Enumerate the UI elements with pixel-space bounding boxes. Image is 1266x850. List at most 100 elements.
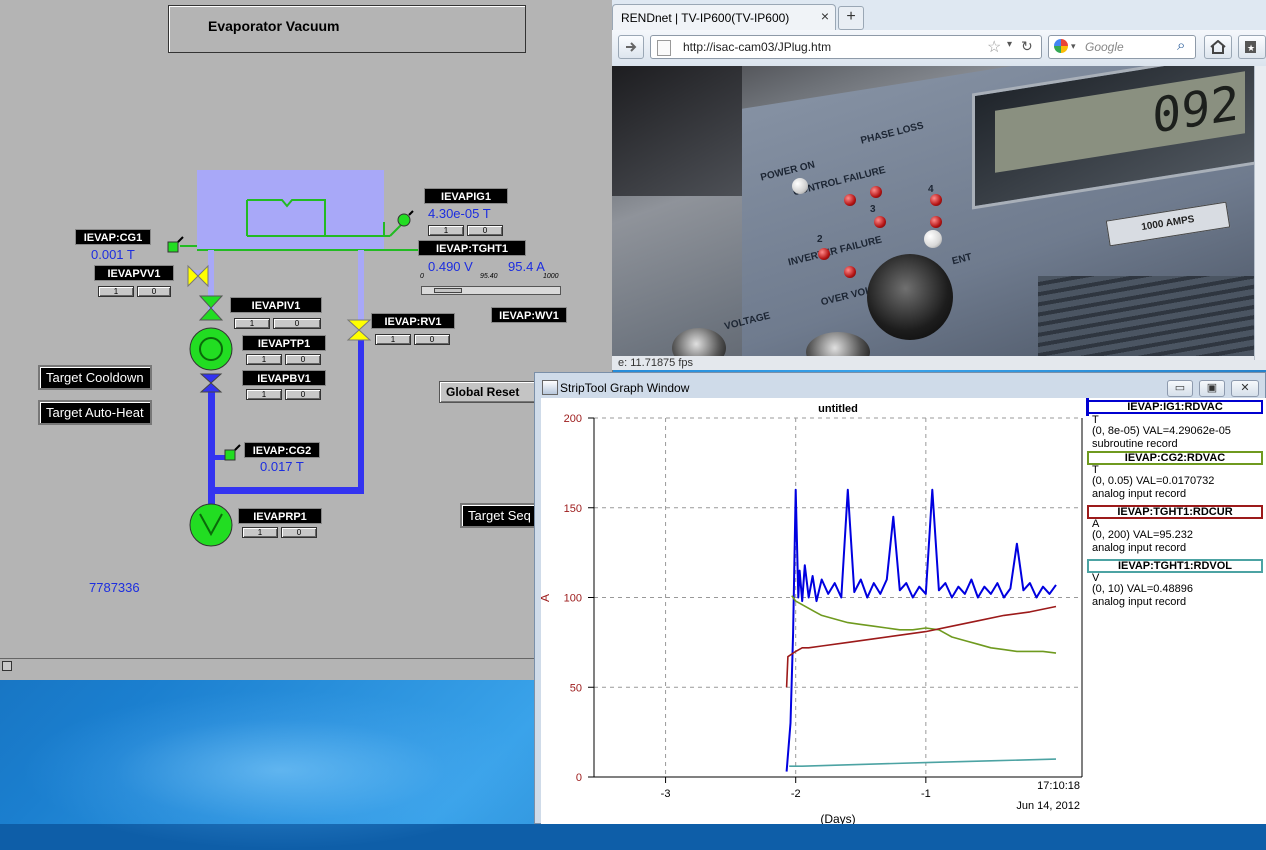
scroll-left-arrow[interactable]	[2, 661, 12, 671]
search-icon[interactable]: ⌕	[1177, 37, 1185, 54]
video-number-2: 2	[817, 234, 823, 245]
forward-arrow-icon[interactable]	[618, 35, 644, 59]
strip-chart[interactable]: untitled A (Days) 17:10:18 Jun 14, 2012 …	[541, 398, 1086, 824]
control-knob	[867, 254, 953, 340]
prp1-on-button[interactable]: 1	[242, 527, 278, 538]
pbv1-open-button[interactable]: 1	[246, 389, 282, 400]
legend-tght1-vol-range: (0, 10) VAL=0.48896	[1092, 583, 1194, 595]
label-piv1: IEVAPIV1	[230, 297, 322, 313]
epics-scrollbar[interactable]	[0, 658, 536, 673]
gauge-cg2	[224, 449, 236, 461]
roughing-pump-prp1	[189, 503, 233, 547]
roughing-pipe	[208, 388, 215, 514]
chart-end-date: Jun 14, 2012	[1016, 800, 1080, 812]
pig1-off-button[interactable]: 0	[467, 225, 503, 236]
label-rv1: IEVAP:RV1	[371, 313, 455, 329]
bookmark-star-icon[interactable]: ☆	[987, 37, 1001, 57]
label-wv1: IEVAP:WV1	[491, 307, 567, 323]
piv1-open-button[interactable]: 1	[234, 318, 270, 329]
epics-panel: Evaporator Vacuum IEVAP:CG1 0.001 T IEVA…	[0, 0, 613, 680]
url-dropdown-icon[interactable]: ▾	[1007, 39, 1012, 50]
pig1-on-button[interactable]: 1	[428, 225, 464, 236]
reload-icon[interactable]: ↻	[1021, 38, 1033, 55]
legend-ig1-record: subroutine record	[1092, 438, 1178, 450]
legend-cg2-record: analog input record	[1092, 488, 1187, 500]
x-tick-label: -2	[791, 788, 801, 800]
new-tab-button[interactable]: +	[838, 6, 864, 30]
browser-scrollbar[interactable]	[1254, 66, 1266, 360]
label-ptp1: IEVAPTP1	[242, 335, 326, 351]
chart-y-axis-label: A	[541, 594, 552, 602]
y-tick-label: 50	[570, 682, 582, 694]
legend-ig1[interactable]: IEVAP:IG1:RDVAC	[1087, 400, 1263, 414]
value-cg1: 0.001 T	[91, 247, 135, 262]
bookmarks-icon[interactable]: ★	[1238, 35, 1266, 59]
label-pvv1: IEVAPVV1	[94, 265, 174, 281]
restore-button[interactable]: ▣	[1199, 380, 1225, 397]
led-overvoltage	[844, 266, 856, 278]
valve-piv1	[198, 295, 224, 309]
rv1-open-button[interactable]: 1	[375, 334, 411, 345]
series-line-3	[789, 758, 1057, 768]
tght1-setpoint-slider[interactable]	[421, 286, 561, 295]
search-engine-dropdown-icon[interactable]: ▾	[1071, 41, 1076, 52]
legend-tght1-cur[interactable]: IEVAP:TGHT1:RDCUR	[1087, 505, 1263, 519]
striptool-title: StripTool Graph Window	[560, 381, 690, 395]
lcd-readout: 092	[995, 71, 1245, 173]
ptp1-off-button[interactable]: 0	[285, 354, 321, 365]
y-tick-label: 100	[564, 593, 582, 605]
slider-min-label: 0	[420, 273, 424, 280]
label-cg1: IEVAP:CG1	[75, 229, 151, 245]
vent-grille	[1038, 276, 1254, 356]
y-tick-label: 0	[576, 772, 582, 784]
slider-mid-label: 95.40	[480, 273, 498, 280]
led-control-1	[844, 194, 856, 206]
rv1-close-button[interactable]: 0	[414, 334, 450, 345]
minimize-button[interactable]: ▭	[1167, 380, 1193, 397]
search-placeholder: Google	[1085, 40, 1124, 54]
piv1-close-button[interactable]: 0	[273, 318, 321, 329]
google-icon	[1054, 39, 1068, 53]
evaporator-chamber	[197, 170, 384, 250]
legend-cg2[interactable]: IEVAP:CG2:RDVAC	[1087, 451, 1263, 465]
label-cg2: IEVAP:CG2	[244, 442, 320, 458]
search-bar[interactable]: ▾ Google ⌕	[1048, 35, 1196, 59]
value-cg2: 0.017 T	[260, 459, 304, 474]
pvv1-close-button[interactable]: 0	[137, 286, 171, 297]
striptool-icon	[542, 380, 558, 395]
url-bar[interactable]: http://isac-cam03/JPlug.htm ☆ ▾ ↻	[650, 35, 1042, 59]
page-icon	[657, 40, 671, 56]
valve-rv1	[346, 319, 372, 331]
power-indicator	[792, 178, 808, 194]
value-pig1: 4.30e-05 T	[428, 206, 491, 221]
y-tick-label: 200	[564, 413, 582, 425]
ptp1-on-button[interactable]: 1	[246, 354, 282, 365]
browser-tab[interactable]: RENDnet | TV-IP600(TV-IP600)	[612, 4, 836, 30]
chart-end-time: 17:10:18	[1037, 780, 1080, 792]
legend-cg2-range: (0, 0.05) VAL=0.0170732	[1092, 475, 1215, 487]
slider-max-label: 1000	[543, 273, 559, 280]
home-icon[interactable]	[1204, 35, 1232, 59]
led-failure-4	[930, 216, 942, 228]
target-autoheat-button[interactable]: Target Auto-Heat	[38, 400, 152, 425]
label-prp1: IEVAPRP1	[238, 508, 322, 524]
x-tick-label: -3	[661, 788, 671, 800]
gauge-cg1	[167, 241, 179, 253]
video-number-3: 3	[870, 204, 876, 215]
chart-grid	[594, 417, 1082, 777]
pbv1-close-button[interactable]: 0	[285, 389, 321, 400]
close-button[interactable]: ✕	[1231, 380, 1259, 397]
chart-series-group	[785, 488, 1057, 772]
value-tght1-voltage: 0.490 V	[428, 259, 473, 274]
pvv1-open-button[interactable]: 1	[98, 286, 134, 297]
target-cooldown-button[interactable]: Target Cooldown	[38, 365, 152, 390]
y-tick-label: 150	[564, 503, 582, 515]
tab-close-icon[interactable]: ×	[818, 9, 832, 23]
valve-pvv1	[187, 264, 199, 288]
chart-title: untitled	[818, 403, 858, 415]
reset-indicator	[924, 230, 942, 248]
slider-thumb[interactable]	[434, 288, 462, 293]
prp1-off-button[interactable]: 0	[281, 527, 317, 538]
label-pig1: IEVAPIG1	[424, 188, 508, 204]
legend-tght1-vol[interactable]: IEVAP:TGHT1:RDVOL	[1087, 559, 1263, 573]
